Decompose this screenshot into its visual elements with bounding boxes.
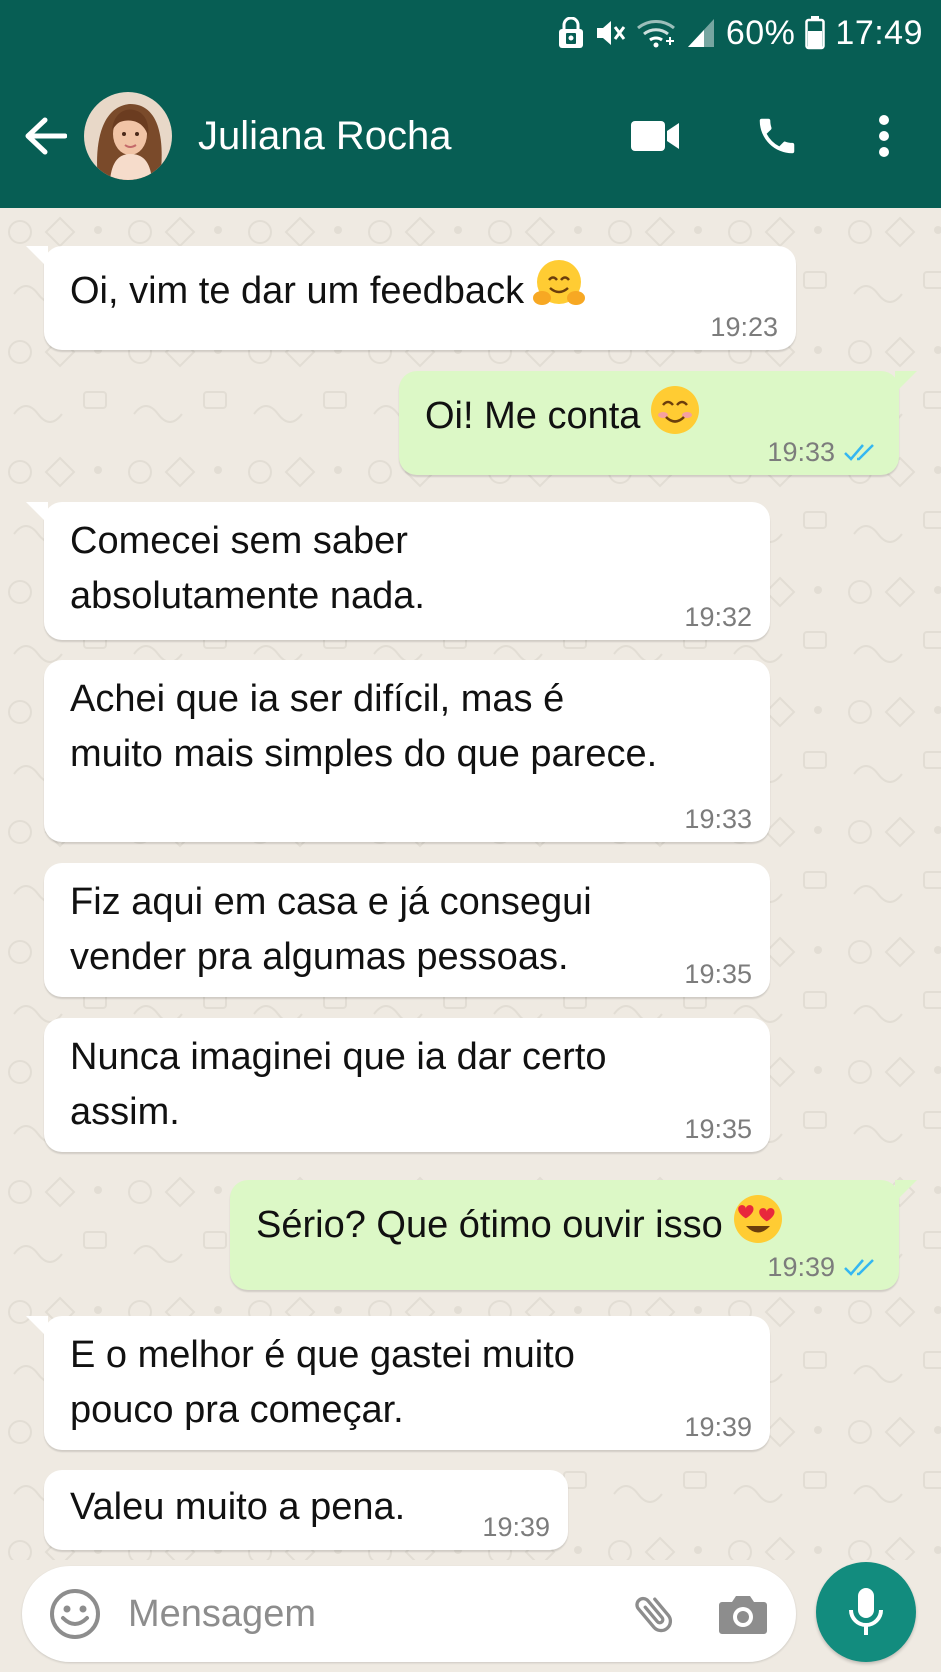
attach-icon bbox=[635, 1596, 673, 1633]
message-time: 19:35 bbox=[684, 959, 752, 989]
message-time: 19:33 bbox=[684, 804, 752, 834]
mic-button[interactable] bbox=[816, 1562, 916, 1662]
message-meta: 19:33 bbox=[767, 437, 881, 467]
message-incoming[interactable]: Nunca imaginei que ia dar certo assim. 1… bbox=[44, 1018, 770, 1152]
message-line: vender pra algumas pessoas. bbox=[70, 936, 569, 978]
hugging-face-emoji bbox=[533, 260, 586, 305]
message-time: 19:39 bbox=[482, 1512, 550, 1542]
message-text: Oi! Me conta bbox=[425, 383, 877, 444]
message-time: 19:39 bbox=[767, 1252, 835, 1282]
message-incoming[interactable]: E o melhor é que gastei muito pouco pra … bbox=[26, 1316, 770, 1450]
message-incoming[interactable]: Fiz aqui em casa e já consegui vender pr… bbox=[44, 863, 770, 997]
top-bar: 60% 17:49 Juliana Rocha bbox=[0, 0, 941, 208]
video-call-icon bbox=[631, 121, 679, 151]
message-meta: 19:35 bbox=[684, 1114, 752, 1144]
signal-icon bbox=[686, 17, 716, 49]
message-time: 19:33 bbox=[767, 437, 835, 467]
battery-icon bbox=[805, 16, 826, 50]
message-incoming[interactable]: Achei que ia ser difícil, mas é muito ma… bbox=[44, 660, 770, 842]
message-incoming[interactable]: Oi, vim te dar um feedback 19:23 bbox=[26, 246, 796, 350]
message-text: Valeu muito a pena. bbox=[70, 1486, 406, 1528]
message-line: Fiz aqui em casa e já consegui bbox=[70, 881, 592, 923]
message-outgoing[interactable]: Oi! Me conta 19:33 bbox=[399, 371, 917, 475]
message-outgoing[interactable]: Sério? Que ótimo ouvir isso 19:39 bbox=[230, 1180, 917, 1290]
more-options-button[interactable] bbox=[859, 96, 909, 176]
message-time: 19:39 bbox=[684, 1412, 752, 1442]
more-vert-icon bbox=[879, 115, 889, 157]
message-text: Sério? Que ótimo ouvir isso bbox=[256, 1192, 877, 1253]
message-input[interactable] bbox=[128, 1592, 620, 1636]
camera-button[interactable] bbox=[708, 1579, 778, 1649]
app-bar: Juliana Rocha bbox=[0, 80, 941, 192]
message-time: 19:32 bbox=[684, 602, 752, 632]
emoji-button[interactable] bbox=[44, 1583, 106, 1645]
emoji-icon bbox=[50, 1589, 100, 1639]
lock-icon bbox=[558, 17, 584, 49]
message-line: pouco pra começar. bbox=[70, 1389, 404, 1431]
read-receipt-icon bbox=[844, 1259, 874, 1276]
message-meta: 19:35 bbox=[684, 959, 752, 989]
status-bar: 60% 17:49 bbox=[0, 0, 941, 66]
message-time: 19:35 bbox=[684, 1114, 752, 1144]
battery-percent: 60% bbox=[725, 13, 796, 52]
heart-eyes-emoji bbox=[733, 1195, 782, 1243]
message-incoming[interactable]: Valeu muito a pena. 19:39 bbox=[44, 1470, 568, 1550]
camera-icon bbox=[719, 1596, 767, 1634]
message-line: absolutamente nada. bbox=[70, 575, 425, 617]
phone-icon bbox=[759, 118, 795, 154]
message-line: E o melhor é que gastei muito bbox=[70, 1334, 575, 1376]
back-button[interactable] bbox=[10, 96, 80, 176]
voice-call-button[interactable] bbox=[737, 96, 817, 176]
message-composer bbox=[22, 1566, 796, 1662]
message-line: assim. bbox=[70, 1091, 180, 1133]
mic-icon bbox=[849, 1588, 883, 1635]
message-text: Oi, vim te dar um feedback bbox=[70, 258, 774, 319]
mute-icon bbox=[594, 17, 626, 49]
message-time: 19:23 bbox=[710, 312, 778, 342]
clock: 17:49 bbox=[835, 13, 923, 52]
contact-name[interactable]: Juliana Rocha bbox=[198, 114, 615, 159]
chat-area[interactable]: Oi, vim te dar um feedback 19:23 Oi! Me … bbox=[0, 208, 941, 1560]
message-meta: 19:33 bbox=[684, 804, 752, 834]
message-line: Achei que ia ser difícil, mas é bbox=[70, 678, 565, 720]
read-receipt-icon bbox=[844, 444, 874, 461]
message-meta: 19:39 bbox=[684, 1412, 752, 1442]
video-call-button[interactable] bbox=[615, 96, 695, 176]
attach-button[interactable] bbox=[620, 1579, 690, 1649]
message-meta: 19:39 bbox=[767, 1252, 881, 1282]
smiling-face-emoji bbox=[651, 386, 700, 434]
message-incoming[interactable]: Comecei sem saber absolutamente nada. 19… bbox=[26, 502, 770, 640]
message-meta: 19:32 bbox=[684, 602, 752, 632]
message-line: Comecei sem saber bbox=[70, 520, 408, 562]
message-line: muito mais simples do que parece. bbox=[70, 733, 658, 775]
back-arrow-icon bbox=[25, 117, 67, 155]
avatar[interactable] bbox=[84, 92, 172, 180]
wifi-icon bbox=[636, 17, 676, 49]
message-meta: 19:23 bbox=[710, 312, 778, 342]
message-meta: 19:39 bbox=[482, 1512, 550, 1542]
message-line: Nunca imaginei que ia dar certo bbox=[70, 1036, 607, 1078]
